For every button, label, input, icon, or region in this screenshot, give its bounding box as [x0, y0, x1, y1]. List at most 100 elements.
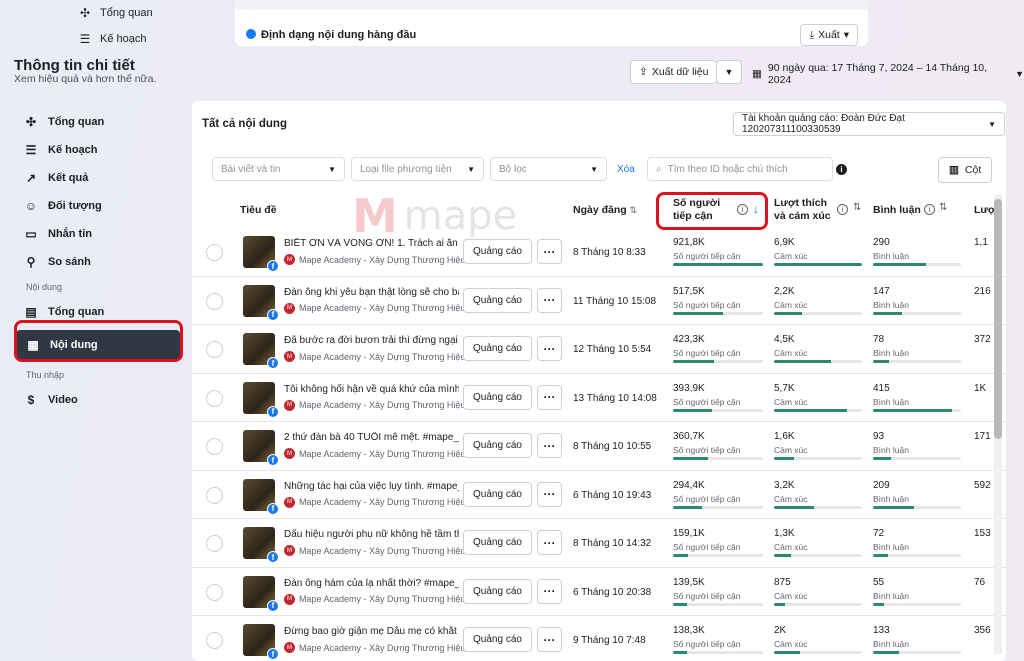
page-avatar: M: [284, 448, 295, 459]
header-reach[interactable]: Số người tiếp cận: [673, 197, 720, 223]
row-select-radio[interactable]: [206, 292, 223, 310]
more-options-button[interactable]: ···: [537, 336, 562, 361]
post-title[interactable]: Những tác hại của việc lụy tình. #mape_.…: [284, 481, 459, 492]
table-row[interactable]: f Những tác hại của việc lụy tình. #mape_…: [192, 471, 1006, 519]
sidebar-item-video[interactable]: $ Video: [14, 386, 184, 414]
header-comments[interactable]: Bình luận: [873, 204, 921, 217]
post-title[interactable]: Đàn ông hám của lạ nhất thời? #mape_a...: [284, 578, 459, 589]
likes-metric: 4,5K Cảm xúc: [774, 334, 862, 363]
table-row[interactable]: f Dấu hiệu người phụ nữ không hề tầm th..…: [192, 519, 1006, 568]
more-options-button[interactable]: ···: [537, 627, 562, 652]
likes-info-icon[interactable]: i: [837, 204, 848, 215]
clear-filters-link[interactable]: Xóa: [617, 164, 635, 175]
comments-bar: [873, 602, 961, 606]
boost-button[interactable]: Quảng cáo: [463, 384, 532, 410]
date-range-picker[interactable]: ▦ 90 ngày qua: 17 Tháng 7, 2024 – 14 Thá…: [752, 62, 1024, 86]
post-thumbnail[interactable]: f: [243, 575, 279, 612]
more-options-button[interactable]: ···: [537, 433, 562, 458]
likes-bar-fill: [774, 457, 795, 460]
header-more[interactable]: Lượ: [974, 204, 995, 217]
boost-button[interactable]: Quảng cáo: [463, 336, 532, 361]
post-thumbnail[interactable]: f: [243, 527, 279, 563]
post-title[interactable]: Đã bước ra đời bươn trải thì đừng ngại .…: [284, 335, 459, 346]
boost-button[interactable]: Quảng cáo: [463, 481, 532, 507]
likes-bar: [774, 360, 862, 363]
post-title[interactable]: Tôi không hối hận về quá khứ của mình, .…: [284, 384, 459, 395]
search-input[interactable]: ⌕ Tìm theo ID hoặc chú thích: [647, 157, 833, 181]
search-info-icon[interactable]: i: [836, 164, 847, 175]
more-options-button[interactable]: ···: [537, 481, 562, 507]
post-thumbnail[interactable]: f: [243, 478, 279, 515]
nodes-icon: ✣: [25, 115, 37, 129]
post-thumbnail[interactable]: f: [243, 236, 279, 272]
comments-info-icon[interactable]: i: [924, 204, 935, 215]
table-row[interactable]: f Đàn ông hám của lạ nhất thời? #mape_a..…: [192, 568, 1006, 616]
export-dropdown-button[interactable]: ▼: [716, 60, 742, 84]
boost-button[interactable]: Quảng cáo: [463, 627, 532, 652]
list-icon: ☰: [25, 143, 37, 157]
sidebar-item-content-overview[interactable]: ▤ Tổng quan: [14, 298, 184, 326]
ad-account-select[interactable]: Tài khoản quảng cáo: Đoàn Đức Đạt 120207…: [733, 112, 1005, 136]
post-thumbnail[interactable]: f: [243, 284, 279, 321]
more-options-button[interactable]: ···: [537, 384, 562, 410]
export-button-small[interactable]: ⤓ Xuất ▾: [800, 24, 858, 46]
scrollbar-thumb[interactable]: [994, 199, 1002, 439]
sidebar-item-plan[interactable]: ☰ Kế hoạch: [14, 136, 184, 164]
table-row[interactable]: f Đã bước ra đời bươn trải thì đừng ngại …: [192, 325, 1006, 374]
row-select-radio[interactable]: [206, 486, 223, 504]
more-options-button[interactable]: ···: [537, 287, 562, 313]
boost-button[interactable]: Quảng cáo: [463, 530, 532, 555]
row-select-radio[interactable]: [206, 389, 223, 407]
export-data-button[interactable]: ⇪ Xuất dữ liệu: [630, 60, 718, 84]
more-options-button[interactable]: ···: [537, 530, 562, 555]
post-title[interactable]: Đừng bao giờ giận mẹ Dẫu mẹ có khắt k...: [284, 626, 459, 637]
post-title[interactable]: BIẾT ƠN VÀ VONG ƠN! 1. Trách ai ăn ở h..…: [284, 238, 459, 249]
row-select-radio[interactable]: [206, 341, 223, 358]
sidebar-item-compare[interactable]: ⚲ So sánh: [14, 248, 184, 276]
facebook-icon: f: [267, 599, 279, 612]
boost-button[interactable]: Quảng cáo: [463, 287, 532, 313]
table-row[interactable]: f Đừng bao giờ giận mẹ Dẫu mẹ có khắt k..…: [192, 616, 1006, 661]
compare-icon: ⚲: [26, 255, 36, 269]
sidebar-item-overview[interactable]: ✣ Tổng quan: [14, 108, 184, 136]
header-title[interactable]: Tiêu đề: [240, 204, 277, 217]
row-select-radio[interactable]: [206, 244, 223, 261]
row-select-radio[interactable]: [206, 535, 223, 552]
sort-desc-icon[interactable]: ↓: [753, 202, 759, 216]
top-nav-item-overview[interactable]: ✣ Tổng quan: [60, 0, 200, 26]
post-thumbnail[interactable]: f: [243, 624, 279, 660]
post-thumbnail[interactable]: f: [243, 381, 279, 418]
top-nav-item-plan[interactable]: ☰ Kế hoạch: [60, 26, 200, 52]
table-row[interactable]: f 2 thứ đàn bà 40 TUỔI mê mệt. #mape_a...…: [192, 422, 1006, 471]
sidebar-item-audience[interactable]: ☺ Đối tượng: [14, 192, 184, 220]
post-thumbnail[interactable]: f: [243, 333, 279, 369]
boost-button[interactable]: Quảng cáo: [463, 239, 532, 264]
sidebar-item-results[interactable]: ↗ Kết quả: [14, 164, 184, 192]
post-thumbnail[interactable]: f: [243, 430, 279, 466]
row-select-radio[interactable]: [206, 438, 223, 455]
more-options-button[interactable]: ···: [537, 578, 562, 604]
sidebar-item-messaging[interactable]: ▭ Nhắn tin: [14, 220, 184, 248]
row-select-radio[interactable]: [206, 583, 223, 601]
post-title[interactable]: Dấu hiệu người phụ nữ không hề tầm th...: [284, 529, 459, 540]
boost-button[interactable]: Quảng cáo: [463, 433, 532, 458]
vertical-scrollbar[interactable]: [994, 194, 1002, 654]
post-title[interactable]: Đàn ông khi yêu bạn thật lòng sẽ cho bạ.…: [284, 287, 459, 298]
post-type-select[interactable]: Bài viết và tin ▼: [212, 157, 345, 181]
media-type-select[interactable]: Loại file phương tiện ▼: [351, 157, 484, 181]
table-row[interactable]: f Đàn ông khi yêu bạn thật lòng sẽ cho bạ…: [192, 277, 1006, 325]
reach-info-icon[interactable]: i: [737, 204, 748, 215]
more-options-button[interactable]: ···: [537, 239, 562, 264]
header-likes[interactable]: Lượt thích và cảm xúc: [774, 197, 831, 223]
sort-icon[interactable]: ⇅: [939, 202, 947, 213]
table-row[interactable]: f BIẾT ƠN VÀ VONG ƠN! 1. Trách ai ăn ở h.…: [192, 228, 1006, 277]
filter-select[interactable]: Bộ lọc ▼: [490, 157, 607, 181]
sidebar-item-content[interactable]: ▦ Nội dung: [16, 330, 180, 360]
header-date[interactable]: Ngày đăng ⇅: [573, 204, 637, 217]
row-select-radio[interactable]: [206, 632, 223, 649]
columns-button[interactable]: ▥ Cột: [938, 157, 993, 183]
post-title[interactable]: 2 thứ đàn bà 40 TUỔI mê mệt. #mape_a...: [284, 432, 459, 443]
table-row[interactable]: f Tôi không hối hận về quá khứ của mình, …: [192, 374, 1006, 422]
boost-button[interactable]: Quảng cáo: [463, 578, 532, 604]
sort-icon[interactable]: ⇅: [853, 202, 861, 213]
